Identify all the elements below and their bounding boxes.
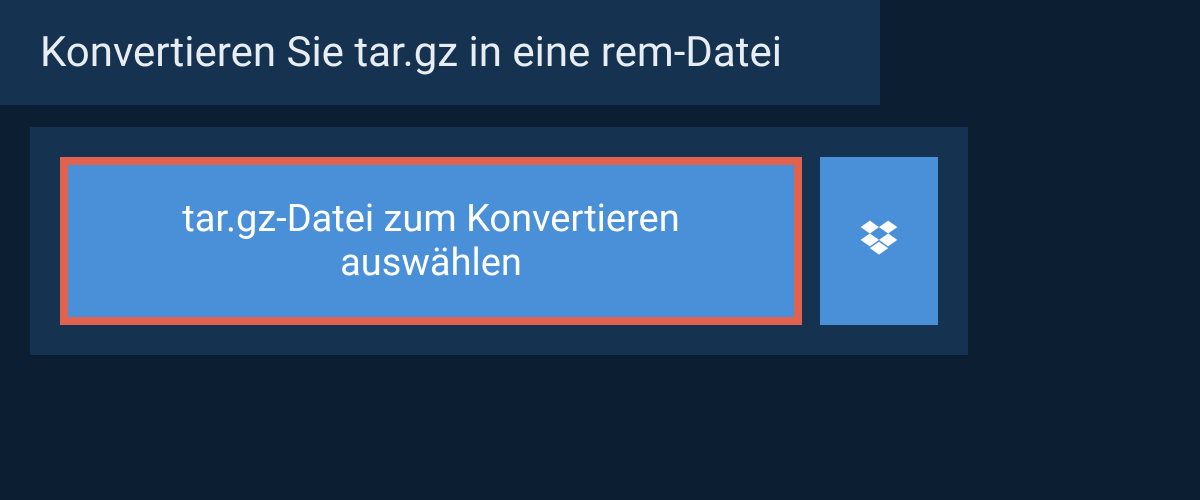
dropbox-button[interactable]	[820, 157, 938, 325]
select-file-label: tar.gz-Datei zum Konvertieren auswählen	[88, 197, 774, 285]
select-file-button[interactable]: tar.gz-Datei zum Konvertieren auswählen	[60, 157, 802, 325]
dropbox-icon	[857, 217, 901, 265]
header-bar: Konvertieren Sie tar.gz in eine rem-Date…	[0, 0, 880, 105]
upload-panel: tar.gz-Datei zum Konvertieren auswählen	[30, 127, 968, 355]
page-title: Konvertieren Sie tar.gz in eine rem-Date…	[40, 28, 840, 77]
